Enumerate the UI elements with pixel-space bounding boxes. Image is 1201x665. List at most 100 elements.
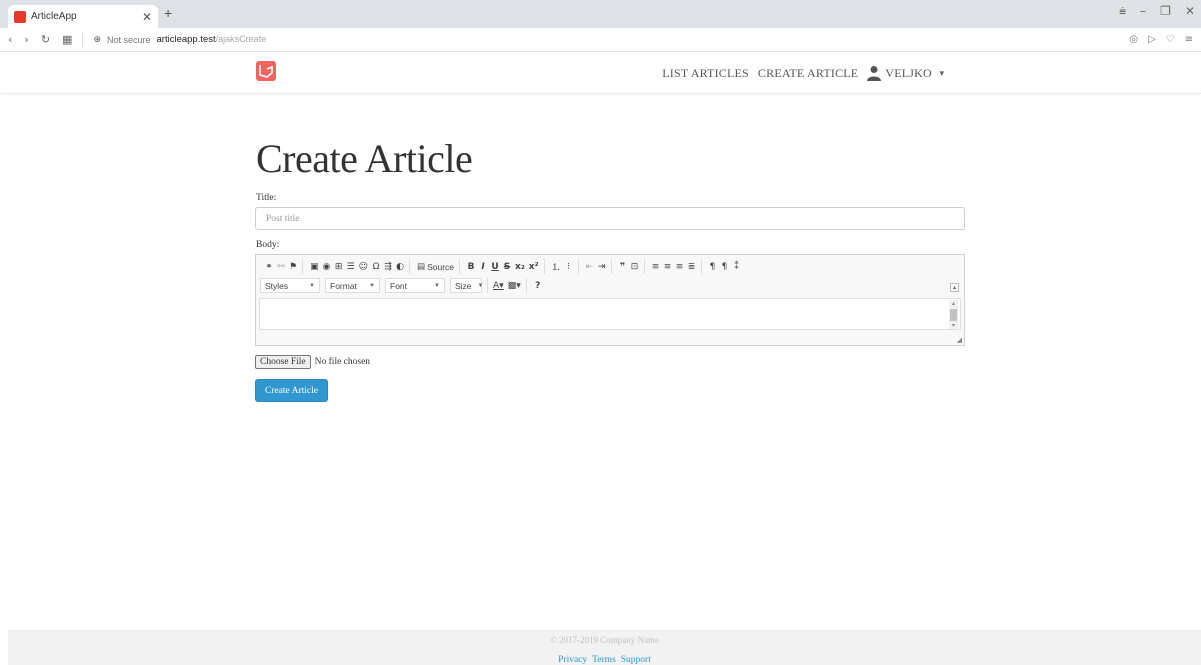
user-name: VELJKO [885, 65, 932, 80]
user-icon [867, 66, 882, 81]
link-icon[interactable]: ⚭ [265, 262, 273, 272]
language-icon[interactable]: ⁑ [733, 262, 741, 272]
browser-tab[interactable]: ArticleApp ✕ [8, 5, 158, 28]
forward-icon[interactable]: › [24, 33, 28, 46]
reload-icon[interactable]: ↻ [41, 33, 50, 46]
nav-list-articles[interactable]: LIST ARTICLES [662, 66, 749, 81]
camera-icon[interactable]: ◎ [1129, 34, 1138, 45]
editor-toolbar-row-1: ⚭ ⚯ ⚑ ▣ ◉ ⊞ ☰ ☺ Ω ⇶ ◐ ▤ Source B I U S x₂… [260, 259, 746, 274]
window-controls: ⩧ – ❐ ✕ [1119, 4, 1195, 19]
scroll-up-icon[interactable]: ▴ [949, 300, 958, 307]
scroll-down-icon[interactable]: ▾ [949, 322, 958, 329]
flash-icon[interactable]: ◉ [323, 262, 331, 272]
minimize-icon[interactable]: – [1140, 4, 1146, 19]
help-icon[interactable]: ? [534, 281, 542, 291]
format-label: Format [330, 280, 357, 291]
background-color-icon[interactable]: ▩▾ [508, 281, 521, 291]
back-icon[interactable]: ‹ [8, 33, 12, 46]
url-path: /ajaksCreate [215, 34, 267, 44]
toolbar-collapse-icon[interactable]: ▴ [950, 283, 959, 292]
not-secure-label: Not secure [106, 34, 151, 45]
bold-icon[interactable]: B [467, 262, 475, 272]
editor-content-area[interactable]: ▴ ▾ [259, 298, 961, 330]
tab-title: ArticleApp [31, 11, 77, 22]
address-bar: ‹ › ↻ ▦ ⊕ Not secure articleapp.test/aja… [0, 28, 1201, 52]
footer-link-privacy[interactable]: Privacy [558, 655, 587, 665]
strikethrough-icon[interactable]: S [503, 262, 511, 272]
browser-tab-bar: ArticleApp ✕ + ⩧ – ❐ ✕ [0, 0, 1201, 28]
file-status: No file chosen [314, 357, 371, 367]
source-icon: ▤ [417, 261, 426, 271]
close-window-icon[interactable]: ✕ [1185, 4, 1195, 19]
size-dropdown[interactable]: Size ▼ [450, 278, 484, 293]
new-tab-button[interactable]: + [164, 5, 172, 21]
url-field[interactable]: ⊕ Not secure articleapp.test/ajaksCreate [93, 34, 266, 45]
heart-icon[interactable]: ♡ [1166, 34, 1175, 45]
tab-close-icon[interactable]: ✕ [142, 10, 152, 24]
ltr-icon[interactable]: ¶ [709, 262, 717, 272]
editor-scrollbar[interactable]: ▴ ▾ [949, 300, 958, 329]
size-label: Size [455, 280, 472, 291]
scroll-thumb[interactable] [950, 309, 957, 321]
styles-dropdown[interactable]: Styles ▼ [260, 278, 320, 293]
title-input[interactable] [255, 207, 965, 230]
text-color-icon[interactable]: A▾ [493, 281, 504, 291]
underline-icon[interactable]: U [491, 262, 499, 272]
indent-icon[interactable]: ⇥ [598, 262, 606, 272]
chevron-down-icon: ▼ [477, 282, 484, 289]
image-icon[interactable]: ▣ [310, 262, 319, 272]
format-dropdown[interactable]: Format ▼ [325, 278, 380, 293]
speed-dial-icon[interactable]: ▦ [62, 33, 72, 46]
horizontal-line-icon[interactable]: ☰ [347, 262, 355, 272]
special-char-icon[interactable]: Ω [372, 262, 380, 272]
send-icon[interactable]: ▷ [1148, 34, 1156, 45]
title-label: Title: [256, 193, 277, 203]
font-dropdown[interactable]: Font ▼ [385, 278, 445, 293]
page-title: Create Article [256, 136, 473, 181]
styles-label: Styles [265, 280, 289, 291]
menu-icon[interactable]: ≡ [1185, 34, 1193, 45]
blockquote-icon[interactable]: ❞ [619, 262, 627, 272]
user-dropdown[interactable]: VELJKO ▼ [867, 65, 946, 81]
nav-create-article[interactable]: CREATE ARTICLE [758, 66, 858, 81]
source-button[interactable]: ▤ Source [417, 261, 454, 272]
footer-link-terms[interactable]: Terms [592, 655, 616, 665]
div-container-icon[interactable]: ⊡ [631, 262, 639, 272]
rtl-icon[interactable]: ¶ [721, 262, 729, 272]
body-label: Body: [256, 240, 280, 250]
table-icon[interactable]: ⊞ [335, 262, 343, 272]
globe-icon: ⊕ [93, 34, 101, 44]
chevron-down-icon: ▼ [309, 282, 315, 289]
align-right-icon[interactable]: ≡ [676, 262, 684, 272]
italic-icon[interactable]: I [479, 262, 487, 272]
rich-text-editor: ⚭ ⚯ ⚑ ▣ ◉ ⊞ ☰ ☺ Ω ⇶ ◐ ▤ Source B I U S x₂… [255, 254, 965, 346]
url-host: articleapp.test [156, 34, 216, 45]
outdent-icon[interactable]: ⇤ [586, 262, 594, 272]
resize-grip-icon[interactable]: ◢ [957, 336, 962, 344]
align-left-icon[interactable]: ≡ [652, 262, 660, 272]
align-center-icon[interactable]: ≡ [664, 262, 672, 272]
superscript-icon[interactable]: x² [529, 262, 539, 272]
caret-down-icon: ▼ [937, 68, 946, 78]
laravel-logo-icon[interactable] [256, 61, 276, 81]
font-label: Font [390, 280, 408, 291]
bulleted-list-icon[interactable]: ⁝ [565, 262, 573, 272]
unlink-icon[interactable]: ⚯ [277, 262, 285, 272]
source-label: Source [427, 261, 455, 272]
smiley-icon[interactable]: ☺ [359, 262, 368, 272]
restore-icon[interactable]: ❐ [1160, 4, 1171, 19]
tab-search-icon[interactable]: ⩧ [1119, 4, 1126, 19]
favicon-icon [14, 10, 26, 23]
app-navbar: LIST ARTICLES CREATE ARTICLE VELJKO ▼ [0, 52, 1201, 94]
justify-icon[interactable]: ≣ [688, 262, 696, 272]
footer-link-support[interactable]: Support [621, 655, 651, 665]
page-break-icon[interactable]: ⇶ [384, 262, 392, 272]
chevron-down-icon: ▼ [434, 282, 440, 289]
anchor-icon[interactable]: ⚑ [289, 262, 297, 272]
copyright-text: © 2017-2019 Company Name [549, 635, 660, 645]
choose-file-button[interactable]: Choose File [255, 355, 311, 369]
numbered-list-icon[interactable]: ⒈ [552, 260, 561, 273]
create-article-button[interactable]: Create Article [255, 379, 328, 402]
subscript-icon[interactable]: x₂ [515, 262, 525, 272]
iframe-icon[interactable]: ◐ [396, 262, 404, 272]
